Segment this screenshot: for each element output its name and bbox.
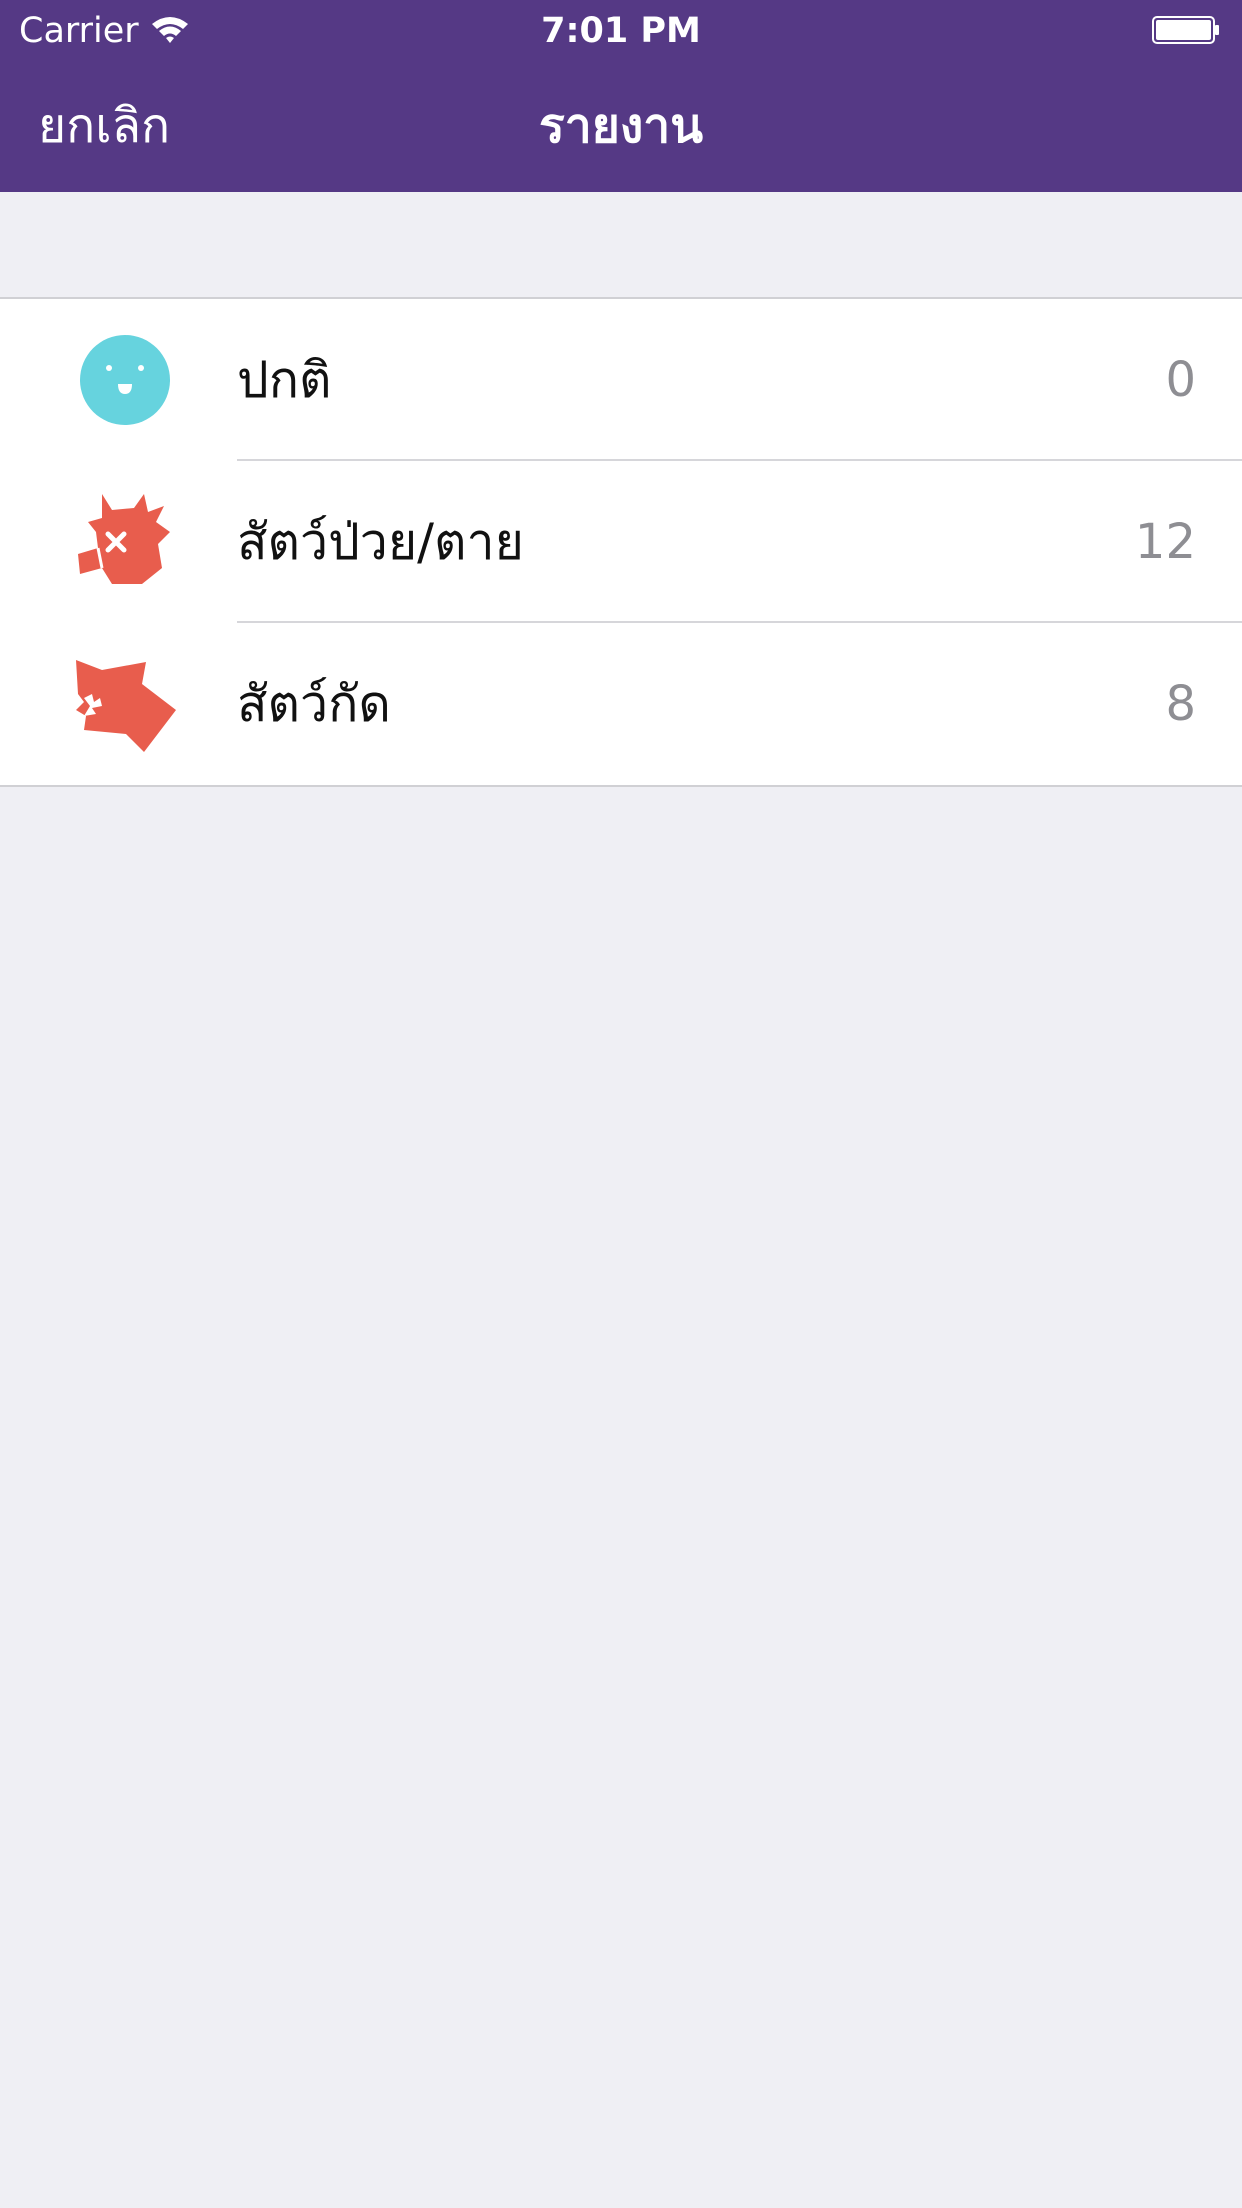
status-bar: Carrier 7:01 PM: [0, 0, 1242, 60]
list-item-label: ปกติ: [237, 351, 332, 409]
list-item-count: 12: [1134, 514, 1196, 570]
list-item-sick-animal[interactable]: สัตว์ป่วย/ตาย 12: [0, 461, 1242, 623]
status-time: 7:01 PM: [541, 11, 701, 51]
list-item-label: สัตว์ป่วย/ตาย: [237, 513, 524, 571]
list-item-animal-bite[interactable]: สัตว์กัด 8: [0, 623, 1242, 785]
list-item-label: สัตว์กัด: [237, 675, 391, 733]
list-item-count: 0: [1165, 352, 1196, 408]
nav-bar: ยกเลิก รายงาน: [0, 60, 1242, 192]
header: Carrier 7:01 PM ยกเลิก รายงาน: [0, 0, 1242, 192]
biting-animal-icon: [76, 660, 176, 752]
list-item-normal[interactable]: ปกติ 0: [0, 299, 1242, 461]
sick-animal-icon: [78, 494, 170, 584]
battery-icon: [1152, 16, 1219, 44]
page-title: รายงาน: [538, 98, 704, 154]
list-item-count: 8: [1165, 676, 1196, 732]
smiley-face-icon: [80, 335, 170, 425]
report-list: ปกติ 0 สัตว์ป่วย/ตาย 12 สัตว์กัด 8: [0, 297, 1242, 787]
